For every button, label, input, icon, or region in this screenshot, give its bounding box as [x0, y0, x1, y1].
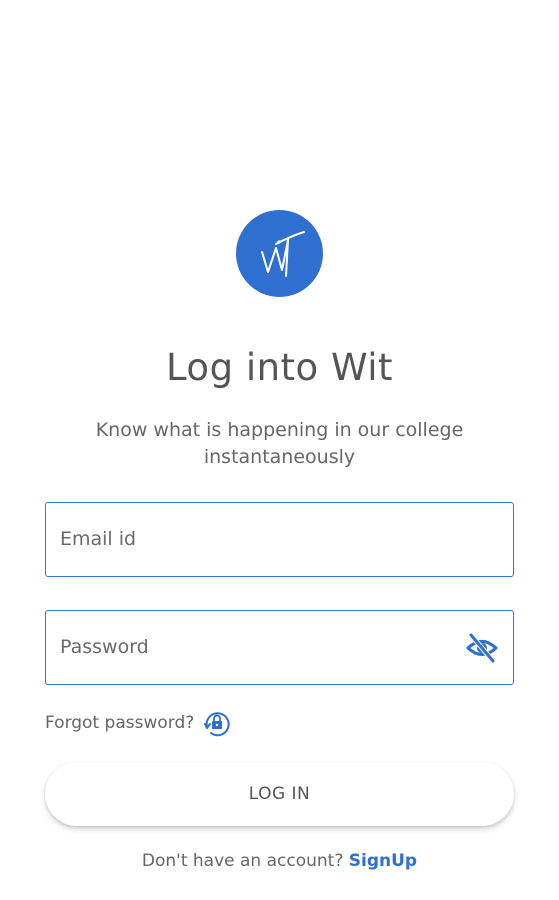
password-field[interactable]: [45, 610, 514, 685]
email-input[interactable]: [60, 503, 460, 575]
page-subtitle: Know what is happening in our college in…: [95, 419, 464, 468]
forgot-password-link[interactable]: Forgot password?: [45, 713, 194, 733]
email-field[interactable]: [45, 502, 514, 577]
wit-logo-icon: [236, 210, 323, 297]
password-input[interactable]: [60, 611, 460, 683]
signup-row: Don't have an account? SignUp: [0, 851, 559, 871]
signup-prompt: Don't have an account?: [141, 851, 349, 871]
page-title: Log into Wit: [165, 346, 394, 389]
forgot-password-row: Forgot password?: [45, 706, 232, 740]
login-screen: Log into Wit Know what is happening in o…: [0, 0, 559, 900]
login-button[interactable]: LOG IN: [45, 762, 514, 826]
eye-off-icon[interactable]: [465, 631, 499, 665]
lock-reset-icon[interactable]: [202, 708, 232, 738]
signup-link[interactable]: SignUp: [349, 851, 417, 871]
